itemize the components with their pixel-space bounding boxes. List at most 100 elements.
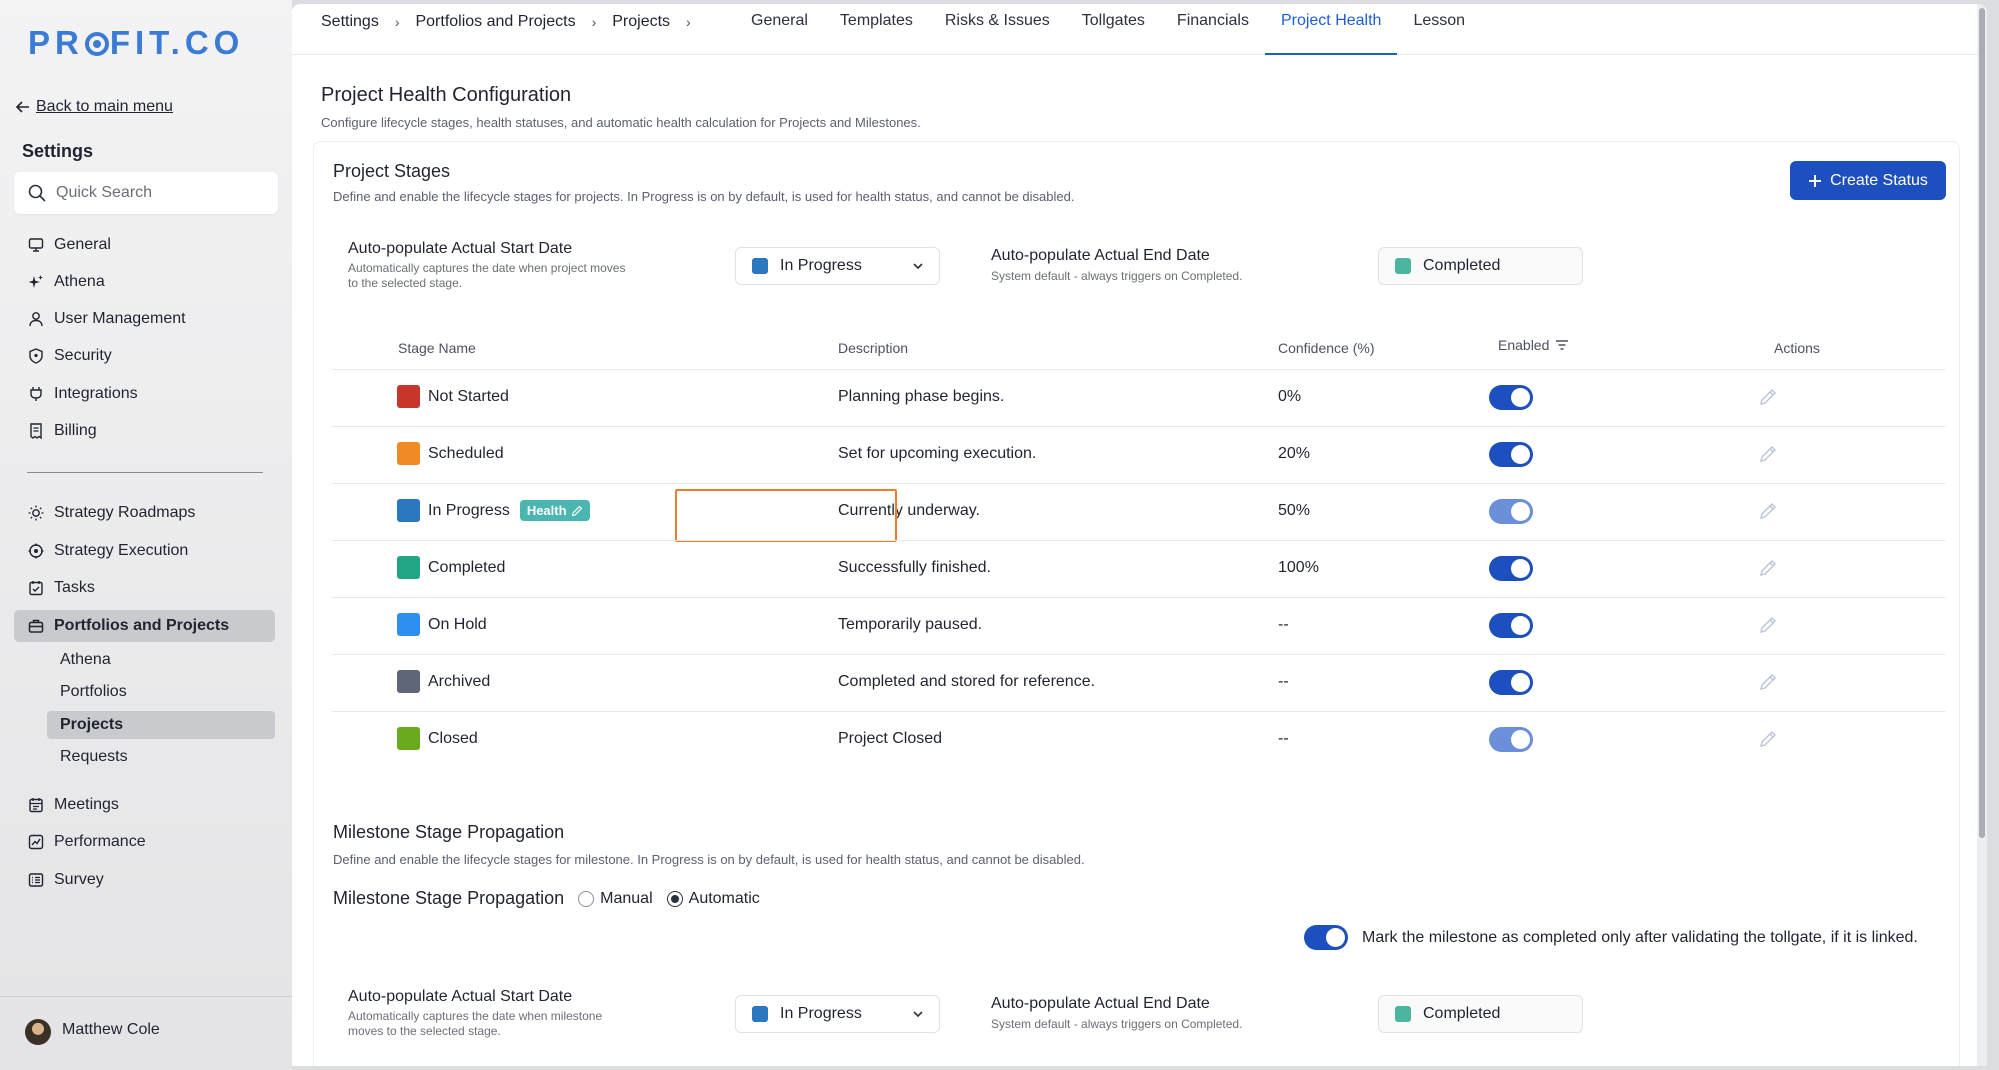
radio-manual[interactable]: Manual bbox=[578, 890, 653, 908]
project-stages-description: Define and enable the lifecycle stages f… bbox=[333, 189, 1075, 204]
create-status-button[interactable]: Create Status bbox=[1790, 161, 1946, 200]
project-start-stage-select[interactable]: In Progress bbox=[735, 247, 940, 285]
stage-enabled-toggle[interactable] bbox=[1489, 442, 1533, 467]
briefcase-icon bbox=[28, 618, 44, 634]
stage-confidence: 20% bbox=[1278, 445, 1311, 462]
health-badge[interactable]: Health bbox=[519, 500, 590, 521]
milestone-start-stage-select[interactable]: In Progress bbox=[735, 995, 940, 1033]
stage-confidence: 0% bbox=[1278, 388, 1302, 405]
profit-co-logo[interactable]: PR FIT.CO bbox=[28, 24, 244, 62]
pencil-icon[interactable] bbox=[1758, 615, 1778, 635]
table-row: Not Started Planning phase begins. 0% bbox=[332, 369, 1946, 426]
nav-general[interactable]: General bbox=[14, 229, 275, 261]
stage-enabled-toggle[interactable] bbox=[1489, 385, 1533, 410]
stage-color-swatch bbox=[397, 442, 420, 465]
subnav-requests[interactable]: Requests bbox=[47, 743, 275, 771]
logo-ring-icon bbox=[84, 32, 109, 56]
stage-enabled-toggle-locked[interactable] bbox=[1489, 499, 1533, 524]
tollgate-validation-text: Mark the milestone as completed only aft… bbox=[1362, 928, 1918, 946]
stage-enabled-toggle-locked[interactable] bbox=[1489, 727, 1533, 752]
tollgate-validation-row: Mark the milestone as completed only aft… bbox=[1304, 925, 1918, 950]
checklist-icon bbox=[28, 580, 44, 596]
stage-enabled-toggle[interactable] bbox=[1489, 556, 1533, 581]
user-profile[interactable]: Matthew Cole bbox=[0, 996, 292, 1070]
pencil-icon[interactable] bbox=[1758, 444, 1778, 464]
breadcrumb-separator-icon: › bbox=[591, 14, 597, 30]
chevron-down-icon bbox=[913, 263, 923, 270]
tab-lesson[interactable]: Lesson bbox=[1397, 4, 1481, 55]
subnav-portfolios[interactable]: Portfolios bbox=[47, 678, 275, 706]
col-enabled[interactable]: Enabled bbox=[1498, 337, 1569, 353]
back-to-main-menu-link[interactable]: Back to main menu bbox=[16, 98, 173, 116]
stage-name-cell: In Progress Health bbox=[397, 499, 590, 522]
tab-bar: General Templates Risks & Issues Tollgat… bbox=[735, 4, 1481, 55]
nav-portfolios-and-projects[interactable]: Portfolios and Projects bbox=[14, 610, 275, 642]
nav-user-management[interactable]: User Management bbox=[14, 303, 275, 335]
survey-icon bbox=[28, 872, 44, 888]
radio-unselected-icon[interactable] bbox=[578, 890, 595, 907]
tab-risks-issues[interactable]: Risks & Issues bbox=[929, 4, 1066, 55]
milestone-propagation-label: Milestone Stage Propagation bbox=[333, 888, 565, 908]
breadcrumb-separator-icon: › bbox=[686, 14, 691, 30]
stage-enabled-toggle[interactable] bbox=[1489, 613, 1533, 638]
tab-project-health[interactable]: Project Health bbox=[1264, 4, 1398, 55]
tab-financials[interactable]: Financials bbox=[1161, 4, 1265, 55]
in-progress-swatch bbox=[752, 258, 768, 274]
nav-billing[interactable]: Billing bbox=[14, 415, 275, 447]
nav-strategy-roadmaps[interactable]: Strategy Roadmaps bbox=[14, 497, 275, 529]
nav-security[interactable]: Security bbox=[14, 340, 275, 372]
nav-tasks[interactable]: Tasks bbox=[14, 572, 275, 604]
pencil-icon[interactable] bbox=[1758, 501, 1778, 521]
sidebar-divider bbox=[27, 472, 263, 473]
radio-automatic[interactable]: Automatic bbox=[666, 890, 760, 908]
quick-search-input[interactable] bbox=[56, 184, 256, 202]
user-icon bbox=[28, 311, 44, 327]
pencil-icon[interactable] bbox=[1758, 672, 1778, 692]
tollgate-validation-toggle[interactable] bbox=[1304, 925, 1348, 950]
breadcrumb-projects[interactable]: Projects bbox=[612, 13, 670, 31]
in-progress-highlight-box bbox=[675, 489, 897, 542]
calendar-icon bbox=[28, 797, 44, 813]
breadcrumb-settings[interactable]: Settings bbox=[321, 13, 379, 31]
scrollbar-thumb[interactable] bbox=[1979, 8, 1985, 838]
stage-description: Completed and stored for reference. bbox=[838, 673, 1096, 690]
project-end-date-label: Auto-populate Actual End Date bbox=[991, 247, 1210, 264]
tab-general[interactable]: General bbox=[735, 4, 824, 55]
stage-color-swatch bbox=[397, 613, 420, 636]
shield-icon bbox=[28, 348, 44, 364]
subnav-projects[interactable]: Projects bbox=[47, 711, 275, 739]
stage-name-cell: Scheduled bbox=[397, 442, 504, 465]
nav-performance[interactable]: Performance bbox=[14, 826, 275, 858]
breadcrumb-portfolios-and-projects[interactable]: Portfolios and Projects bbox=[415, 13, 575, 31]
nav-strategy-execution[interactable]: Strategy Execution bbox=[14, 535, 275, 567]
nav-survey[interactable]: Survey bbox=[14, 864, 275, 896]
stage-name-cell: Completed bbox=[397, 556, 505, 579]
quick-search[interactable] bbox=[14, 172, 278, 214]
nav-meetings[interactable]: Meetings bbox=[14, 789, 275, 821]
stage-color-swatch bbox=[397, 670, 420, 693]
tab-templates[interactable]: Templates bbox=[824, 4, 929, 55]
milestone-section-description: Define and enable the lifecycle stages f… bbox=[333, 852, 1085, 867]
monitor-icon bbox=[28, 237, 44, 253]
nav-athena[interactable]: Athena bbox=[14, 266, 275, 298]
completed-swatch bbox=[1395, 258, 1411, 274]
nav-integrations[interactable]: Integrations bbox=[14, 378, 275, 410]
vertical-scrollbar[interactable] bbox=[1977, 4, 1987, 1066]
table-row: In Progress Health Currently underway. 5… bbox=[332, 483, 1946, 540]
pencil-icon[interactable] bbox=[1758, 558, 1778, 578]
stage-enabled-toggle[interactable] bbox=[1489, 670, 1533, 695]
project-start-date-hint: Automatically captures the date when pro… bbox=[348, 261, 626, 275]
milestone-propagation-group: Milestone Stage Propagation Manual Autom… bbox=[333, 888, 760, 909]
stage-confidence: 50% bbox=[1278, 502, 1311, 519]
radio-selected-icon[interactable] bbox=[666, 890, 683, 907]
stage-color-swatch bbox=[397, 385, 420, 408]
pencil-icon[interactable] bbox=[1758, 729, 1778, 749]
breadcrumb-separator-icon: › bbox=[394, 14, 400, 30]
filter-icon[interactable] bbox=[1555, 339, 1569, 351]
subnav-athena[interactable]: Athena bbox=[47, 646, 275, 674]
avatar[interactable] bbox=[25, 1019, 51, 1045]
page-subtitle: Configure lifecycle stages, health statu… bbox=[321, 115, 921, 130]
milestone-end-date-label: Auto-populate Actual End Date bbox=[991, 995, 1210, 1012]
tab-tollgates[interactable]: Tollgates bbox=[1066, 4, 1161, 55]
pencil-icon[interactable] bbox=[1758, 387, 1778, 407]
